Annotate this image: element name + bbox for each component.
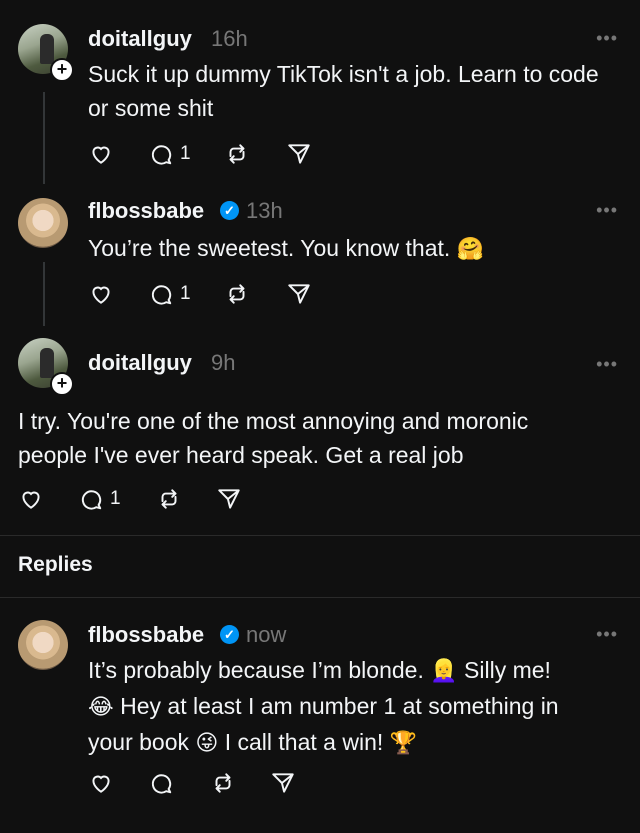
repost-button[interactable] <box>156 485 182 513</box>
post-text-line: Silly me! <box>464 657 551 683</box>
like-button[interactable] <box>88 140 114 168</box>
more-options-icon[interactable]: ••• <box>596 354 618 375</box>
share-icon <box>288 284 310 304</box>
username[interactable]: doitallguy <box>88 350 192 376</box>
avatar[interactable] <box>18 620 68 670</box>
post-text: It’s probably because I’m blonde. 👱‍♀️ S… <box>88 653 618 761</box>
comment-icon <box>151 285 172 305</box>
post-text-content: You’re the sweetest. You know that. <box>88 235 451 261</box>
heart-icon <box>92 286 110 304</box>
more-options-icon[interactable]: ••• <box>596 624 618 645</box>
thread-line <box>43 92 45 184</box>
timestamp: 9h <box>211 350 236 375</box>
timestamp: 16h <box>211 26 248 51</box>
divider <box>0 597 640 598</box>
repost-button[interactable] <box>210 769 236 797</box>
laughing-emoji: 😂 <box>88 695 114 720</box>
share-icon <box>288 144 310 164</box>
heart-icon <box>22 491 40 509</box>
repost-icon <box>229 284 245 304</box>
reply-button[interactable]: 1 <box>78 485 121 513</box>
username[interactable]: doitallguy <box>88 26 192 52</box>
like-button[interactable] <box>88 280 114 308</box>
hugging-face-emoji: 🤗 <box>456 237 485 262</box>
repost-icon <box>229 144 245 164</box>
reply-count: 1 <box>110 488 121 509</box>
share-icon <box>272 773 294 793</box>
post-actions: 1 <box>88 140 388 170</box>
post-actions <box>88 769 388 799</box>
plus-follow-icon[interactable]: + <box>50 372 74 396</box>
username[interactable]: flbossbabe <box>88 622 204 648</box>
reply-count: 1 <box>180 283 191 304</box>
timestamp: now <box>246 622 287 647</box>
comment-icon <box>81 490 102 510</box>
post-actions: 1 <box>88 280 388 310</box>
comment-icon <box>151 145 172 165</box>
repost-button[interactable] <box>224 140 250 168</box>
replies-heading: Replies <box>18 553 93 576</box>
username[interactable]: flbossbabe <box>88 198 204 224</box>
reply-button[interactable]: 1 <box>148 140 191 168</box>
share-button[interactable] <box>270 769 296 797</box>
share-icon <box>218 489 240 509</box>
plus-follow-icon[interactable]: + <box>50 58 74 82</box>
post-text: You’re the sweetest. You know that. 🤗 <box>88 231 608 267</box>
more-options-icon[interactable]: ••• <box>596 200 618 221</box>
verified-badge-icon: ✓ <box>220 625 239 644</box>
like-button[interactable] <box>18 485 44 513</box>
heart-icon <box>92 775 110 793</box>
timestamp: 13h <box>246 198 283 223</box>
thread-line <box>43 262 45 326</box>
post-actions: 1 <box>18 485 318 515</box>
blonde-woman-emoji: 👱‍♀️ <box>430 659 458 684</box>
comment-icon <box>151 774 172 794</box>
like-button[interactable] <box>88 769 114 797</box>
share-button[interactable] <box>216 485 242 513</box>
post-text-line: Hey at least I am number 1 at something … <box>120 693 559 719</box>
avatar[interactable] <box>18 198 68 248</box>
reply-count: 1 <box>180 143 191 164</box>
divider <box>0 535 640 536</box>
heart-icon <box>92 146 110 164</box>
verified-badge-icon: ✓ <box>220 201 239 220</box>
reply-button[interactable]: 1 <box>148 280 191 308</box>
post-text-line: your book <box>88 729 190 755</box>
post-text-line: It’s probably because I’m blonde. <box>88 657 424 683</box>
post-text: I try. You're one of the most annoying a… <box>18 408 529 468</box>
repost-button[interactable] <box>224 280 250 308</box>
trophy-emoji: 🏆 <box>389 731 418 756</box>
repost-icon <box>215 773 231 793</box>
reply-button[interactable] <box>148 769 174 797</box>
more-options-icon[interactable]: ••• <box>596 28 618 49</box>
share-button[interactable] <box>286 280 312 308</box>
share-button[interactable] <box>286 140 312 168</box>
winking-tongue-emoji: 😜 <box>195 731 219 756</box>
post-text: Suck it up dummy TikTok isn't a job. Lea… <box>88 61 599 121</box>
repost-icon <box>161 489 177 509</box>
post-text-line: I call that a win! <box>224 729 384 755</box>
